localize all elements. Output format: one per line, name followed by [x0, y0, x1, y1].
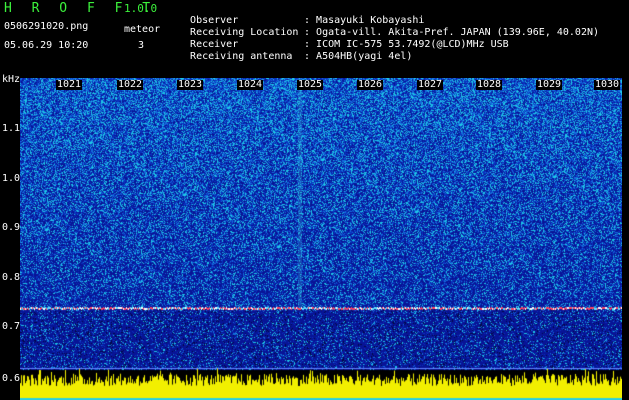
- y-tick-label: 0.7: [2, 321, 21, 332]
- y-tick-label: 1.0: [2, 173, 21, 184]
- version-label: 1.0.0: [124, 2, 158, 15]
- y-axis-unit: kHz: [2, 74, 21, 85]
- file-name: 0506291020.png: [4, 21, 89, 32]
- info-value: A504HB(yagi 4el): [316, 51, 413, 62]
- time-tick-label: 1028: [476, 79, 503, 90]
- time-tick-label: 1025: [297, 79, 324, 90]
- time-tick-label: 1026: [357, 79, 384, 90]
- y-tick-label: 1.1: [2, 123, 21, 134]
- y-tick-label: 0.8: [2, 272, 21, 283]
- time-tick-label: 1029: [536, 79, 563, 90]
- info-label: Receiving antenna: [190, 51, 293, 62]
- time-tick-label: 1027: [417, 79, 444, 90]
- spectrogram-canvas: [20, 78, 622, 400]
- time-tick-label: 1021: [56, 79, 83, 90]
- time-tick-label: 1030: [594, 79, 621, 90]
- time-tick-label: 1024: [237, 79, 264, 90]
- info-antenna: Receiving antenna: A504HB(yagi 4el): [190, 51, 413, 62]
- meteor-label: meteor: [124, 24, 161, 35]
- y-tick-label: 0.6: [2, 373, 21, 384]
- meteor-count: 3: [138, 40, 145, 51]
- time-tick-label: 1022: [117, 79, 144, 90]
- capture-datetime: 05.06.29 10:20: [4, 40, 89, 51]
- time-tick-label: 1023: [177, 79, 204, 90]
- y-tick-label: 0.9: [2, 222, 21, 233]
